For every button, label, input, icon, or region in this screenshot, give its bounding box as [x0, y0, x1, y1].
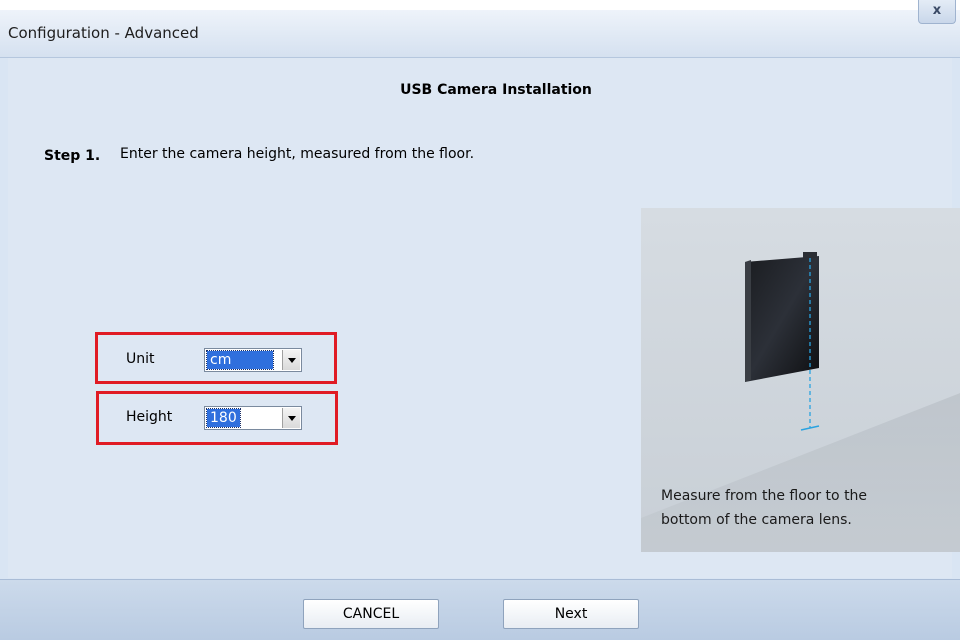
cancel-button[interactable]: CANCEL [303, 599, 439, 629]
chevron-down-icon[interactable] [282, 350, 300, 370]
height-select[interactable]: 180 [204, 406, 302, 430]
close-button[interactable]: x [918, 0, 956, 24]
caption-line-1: Measure from the floor to the [661, 488, 868, 504]
step-label: Step 1. [44, 148, 101, 164]
top-strip [0, 0, 960, 10]
content-panel: USB Camera Installation Step 1. Enter th… [8, 58, 960, 578]
camera-illustration: Measure from the floor to the bottom of … [641, 208, 960, 552]
window-title: Configuration - Advanced [8, 24, 199, 42]
unit-select[interactable]: cm [204, 348, 302, 372]
chevron-down-icon[interactable] [282, 408, 300, 428]
unit-select-value: cm [206, 350, 274, 370]
step-instruction: Enter the camera height, measured from t… [120, 146, 475, 162]
title-bar: Configuration - Advanced x [0, 0, 960, 58]
caption-line-2: bottom of the camera lens. [661, 512, 852, 528]
illustration-caption: Measure from the floor to the bottom of … [661, 484, 960, 532]
button-bar: CANCEL Next [0, 579, 960, 640]
page-heading: USB Camera Installation [400, 82, 592, 98]
unit-label: Unit [126, 351, 155, 367]
height-select-value: 180 [206, 408, 241, 428]
next-button[interactable]: Next [503, 599, 639, 629]
height-label: Height [126, 409, 173, 425]
